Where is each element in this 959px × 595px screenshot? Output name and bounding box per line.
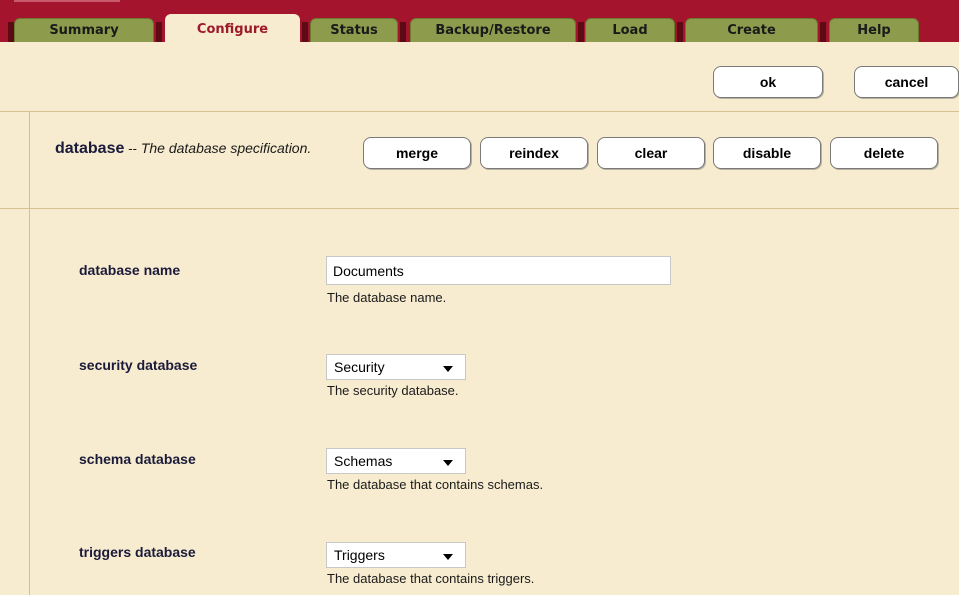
disable-button[interactable]: disable xyxy=(713,137,821,169)
chevron-down-icon xyxy=(443,366,453,372)
tab-backup-restore[interactable]: Backup/Restore xyxy=(410,18,576,42)
merge-button[interactable]: merge xyxy=(363,137,471,169)
triggers-database-label: triggers database xyxy=(79,544,196,560)
chevron-down-icon xyxy=(443,460,453,466)
clear-button[interactable]: clear xyxy=(597,137,705,169)
tab-summary[interactable]: Summary xyxy=(14,18,154,42)
security-database-label: security database xyxy=(79,357,198,373)
tab-bar-accent xyxy=(14,0,120,2)
triggers-database-select[interactable]: Triggers xyxy=(326,542,466,568)
tab-status[interactable]: Status xyxy=(310,18,398,42)
tab-create[interactable]: Create xyxy=(685,18,818,42)
schema-database-help: The database that contains schemas. xyxy=(327,477,544,492)
tab-divider xyxy=(400,22,406,42)
section-top-divider xyxy=(0,111,959,112)
database-name-input[interactable] xyxy=(326,256,671,285)
schema-database-label: schema database xyxy=(79,451,196,467)
section-dash: -- xyxy=(128,141,137,156)
section-description: The database specification. xyxy=(140,140,312,156)
cancel-button[interactable]: cancel xyxy=(854,66,959,98)
section-heading: database -- The database specification. xyxy=(55,139,315,158)
content-left-border xyxy=(29,112,30,595)
security-database-value: Security xyxy=(334,359,385,375)
triggers-database-value: Triggers xyxy=(334,547,385,563)
chevron-down-icon xyxy=(443,554,453,560)
tab-divider xyxy=(156,22,162,42)
tab-divider xyxy=(677,22,683,42)
delete-button[interactable]: delete xyxy=(830,137,938,169)
reindex-button[interactable]: reindex xyxy=(480,137,588,169)
security-database-help: The security database. xyxy=(327,383,459,398)
database-name-help: The database name. xyxy=(327,290,447,305)
schema-database-value: Schemas xyxy=(334,453,393,469)
section-header-divider xyxy=(0,208,959,209)
schema-database-select[interactable]: Schemas xyxy=(326,448,466,474)
tab-bar: Summary Configure Status Backup/Restore … xyxy=(0,0,959,43)
security-database-select[interactable]: Security xyxy=(326,354,466,380)
tab-help[interactable]: Help xyxy=(829,18,919,42)
tab-divider xyxy=(302,22,308,42)
database-name-label: database name xyxy=(79,262,181,278)
ok-button[interactable]: ok xyxy=(713,66,823,98)
triggers-database-help: The database that contains triggers. xyxy=(327,571,535,586)
tab-configure[interactable]: Configure xyxy=(165,14,300,43)
tab-divider xyxy=(820,22,826,42)
tab-load[interactable]: Load xyxy=(585,18,675,42)
section-name: database xyxy=(55,140,125,157)
tab-divider xyxy=(578,22,584,42)
